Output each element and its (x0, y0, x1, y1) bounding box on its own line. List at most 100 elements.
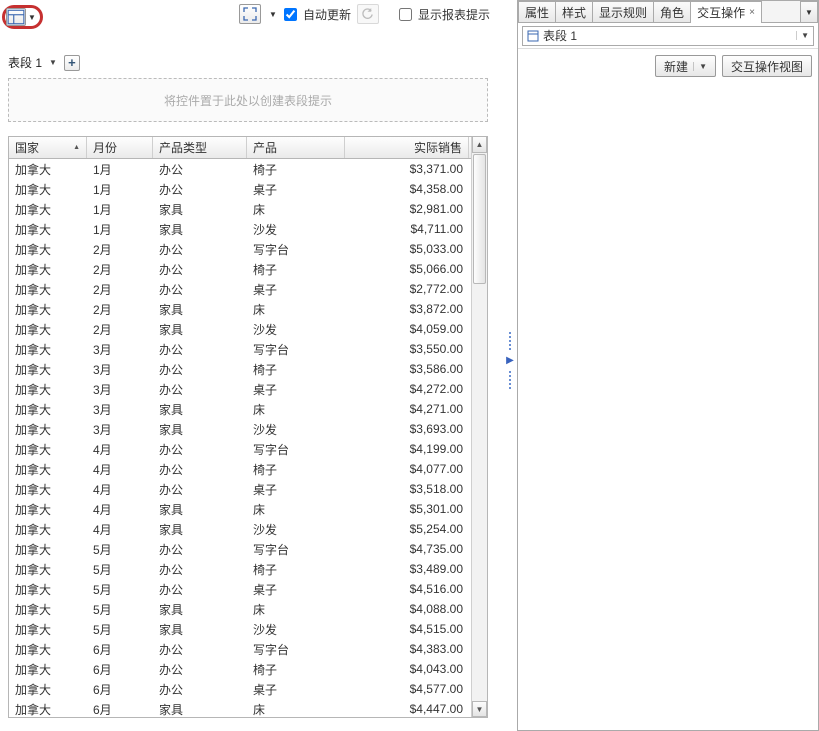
section-button-group[interactable]: ▼ (2, 5, 43, 29)
table-row[interactable]: 加拿大2月办公写字台$5,033.00 (9, 239, 471, 259)
refresh-button[interactable] (357, 4, 379, 24)
table-row[interactable]: 加拿大6月家具床$4,447.00 (9, 699, 471, 717)
table-row[interactable]: 加拿大3月家具沙发$3,693.00 (9, 419, 471, 439)
interaction-view-button[interactable]: 交互操作视图 (722, 55, 812, 77)
cell-month: 6月 (87, 639, 153, 659)
tab-display-rules[interactable]: 显示规则 (592, 1, 654, 22)
cell-sales: $5,033.00 (345, 239, 469, 259)
chevron-down-icon[interactable]: ▼ (46, 58, 60, 67)
table-row[interactable]: 加拿大2月办公桌子$2,772.00 (9, 279, 471, 299)
tab-interactions-label: 交互操作 (697, 4, 745, 21)
column-header-sales[interactable]: 实际销售 (345, 137, 469, 158)
tabs-overflow-button[interactable]: ▼ (800, 1, 818, 22)
chevron-down-icon[interactable]: ▼ (27, 13, 37, 22)
new-button[interactable]: 新建▼ (655, 55, 716, 77)
chevron-down-icon[interactable]: ▼ (796, 31, 809, 40)
scroll-up-button[interactable]: ▲ (472, 137, 487, 153)
table-row[interactable]: 加拿大3月办公写字台$3,550.00 (9, 339, 471, 359)
cell-category: 办公 (153, 279, 247, 299)
table-row[interactable]: 加拿大1月家具沙发$4,711.00 (9, 219, 471, 239)
cell-product: 床 (247, 699, 345, 717)
column-header-category[interactable]: 产品类型 (153, 137, 247, 158)
cell-category: 办公 (153, 339, 247, 359)
table-row[interactable]: 加拿大2月家具床$3,872.00 (9, 299, 471, 319)
tab-interactions[interactable]: 交互操作 × (690, 1, 762, 23)
close-icon[interactable]: × (749, 7, 755, 18)
table-row[interactable]: 加拿大4月办公桌子$3,518.00 (9, 479, 471, 499)
cell-sales: $4,271.00 (345, 399, 469, 419)
cell-month: 1月 (87, 179, 153, 199)
show-prompt-checkbox[interactable] (399, 8, 412, 21)
cell-sales: $2,981.00 (345, 199, 469, 219)
table-row[interactable]: 加拿大3月办公桌子$4,272.00 (9, 379, 471, 399)
table-row[interactable]: 加拿大6月办公写字台$4,383.00 (9, 639, 471, 659)
table-row[interactable]: 加拿大3月办公椅子$3,586.00 (9, 359, 471, 379)
cell-sales: $3,550.00 (345, 339, 469, 359)
cell-month: 2月 (87, 299, 153, 319)
table-row[interactable]: 加拿大5月办公桌子$4,516.00 (9, 579, 471, 599)
cell-category: 办公 (153, 679, 247, 699)
cell-month: 3月 (87, 399, 153, 419)
table-row[interactable]: 加拿大4月家具沙发$5,254.00 (9, 519, 471, 539)
cell-sales: $3,489.00 (345, 559, 469, 579)
cell-category: 办公 (153, 359, 247, 379)
add-section-button[interactable]: + (64, 55, 80, 71)
table-row[interactable]: 加拿大2月办公椅子$5,066.00 (9, 259, 471, 279)
cell-category: 办公 (153, 259, 247, 279)
table-row[interactable]: 加拿大5月家具沙发$4,515.00 (9, 619, 471, 639)
cell-product: 桌子 (247, 379, 345, 399)
table-row[interactable]: 加拿大4月家具床$5,301.00 (9, 499, 471, 519)
tab-properties[interactable]: 属性 (518, 1, 556, 22)
table-row[interactable]: 加拿大4月办公椅子$4,077.00 (9, 459, 471, 479)
cell-country: 加拿大 (9, 299, 87, 319)
cell-month: 4月 (87, 459, 153, 479)
scroll-down-button[interactable]: ▼ (472, 701, 487, 717)
cell-sales: $4,577.00 (345, 679, 469, 699)
table-row[interactable]: 加拿大6月办公椅子$4,043.00 (9, 659, 471, 679)
table-row[interactable]: 加拿大6月办公桌子$4,577.00 (9, 679, 471, 699)
table-row[interactable]: 加拿大3月家具床$4,271.00 (9, 399, 471, 419)
cell-country: 加拿大 (9, 179, 87, 199)
cell-sales: $4,272.00 (345, 379, 469, 399)
vertical-scrollbar[interactable]: ▲ ▼ (471, 137, 487, 717)
cell-sales: $4,077.00 (345, 459, 469, 479)
table-row[interactable]: 加拿大2月家具沙发$4,059.00 (9, 319, 471, 339)
cell-category: 家具 (153, 419, 247, 439)
cell-sales: $5,301.00 (345, 499, 469, 519)
section-prompt-dropzone[interactable]: 将控件置于此处以创建表段提示 (8, 78, 488, 122)
cell-product: 椅子 (247, 459, 345, 479)
tab-roles[interactable]: 角色 (653, 1, 691, 22)
column-header-product[interactable]: 产品 (247, 137, 345, 158)
cell-country: 加拿大 (9, 339, 87, 359)
table-row[interactable]: 加拿大1月办公桌子$4,358.00 (9, 179, 471, 199)
cell-sales: $4,199.00 (345, 439, 469, 459)
table-row[interactable]: 加拿大4月办公写字台$4,199.00 (9, 439, 471, 459)
cell-category: 办公 (153, 179, 247, 199)
section-icon[interactable] (6, 8, 26, 26)
cell-category: 办公 (153, 439, 247, 459)
table-row[interactable]: 加拿大5月办公写字台$4,735.00 (9, 539, 471, 559)
panel-splitter[interactable]: ▶ (504, 320, 516, 400)
dropzone-text: 将控件置于此处以创建表段提示 (164, 92, 332, 109)
chevron-down-icon[interactable]: ▼ (268, 10, 278, 19)
cell-sales: $4,447.00 (345, 699, 469, 717)
cell-month: 5月 (87, 599, 153, 619)
cell-product: 写字台 (247, 439, 345, 459)
table-header: 国家 月份 产品类型 产品 实际销售 (9, 137, 471, 159)
column-header-country[interactable]: 国家 (9, 137, 87, 158)
column-header-month[interactable]: 月份 (87, 137, 153, 158)
cell-month: 2月 (87, 319, 153, 339)
chevron-down-icon[interactable]: ▼ (693, 62, 707, 71)
table-row[interactable]: 加拿大5月办公椅子$3,489.00 (9, 559, 471, 579)
cell-product: 写字台 (247, 539, 345, 559)
auto-update-checkbox[interactable] (284, 8, 297, 21)
cell-country: 加拿大 (9, 199, 87, 219)
table-row[interactable]: 加拿大1月家具床$2,981.00 (9, 199, 471, 219)
object-selector[interactable]: 表段 1 ▼ (522, 26, 814, 46)
tab-styles[interactable]: 样式 (555, 1, 593, 22)
fullscreen-button[interactable] (239, 4, 261, 24)
scrollbar-thumb[interactable] (473, 154, 486, 284)
cell-country: 加拿大 (9, 659, 87, 679)
table-row[interactable]: 加拿大5月家具床$4,088.00 (9, 599, 471, 619)
table-row[interactable]: 加拿大1月办公椅子$3,371.00 (9, 159, 471, 179)
